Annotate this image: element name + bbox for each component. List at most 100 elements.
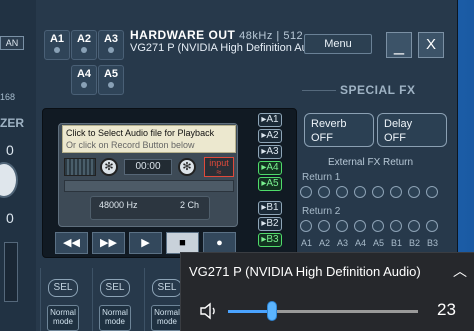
- reverb-button[interactable]: Reverb OFF: [304, 113, 374, 147]
- return-1-knob-row: [300, 186, 450, 200]
- collapse-chevron-icon[interactable]: ︿: [453, 261, 467, 281]
- left-zero-label-1: 0: [6, 142, 14, 158]
- mode-label-line2: mode: [104, 317, 125, 326]
- output-button-b2[interactable]: ▸B2: [258, 217, 282, 231]
- volume-flyout: VG271 P (NVIDIA High Definition Audio) ︿…: [180, 252, 474, 331]
- return-2-knob[interactable]: [300, 220, 312, 232]
- return-2-knob[interactable]: [336, 220, 348, 232]
- return-2-label: Return 2: [302, 206, 341, 217]
- player-channels: 2 Ch: [180, 200, 200, 210]
- output-button-a5[interactable]: ▸A5: [258, 177, 282, 191]
- record-button[interactable]: ●: [203, 232, 236, 254]
- delay-button[interactable]: Delay OFF: [377, 113, 447, 147]
- menu-button[interactable]: Menu: [304, 34, 372, 54]
- player-sample-rate: 48000 Hz: [99, 200, 138, 210]
- return-2-knob[interactable]: [408, 220, 420, 232]
- return-1-knob[interactable]: [372, 186, 384, 198]
- return-2-knob[interactable]: [354, 220, 366, 232]
- hw-button-a2-label: A2: [76, 33, 92, 45]
- hardware-out-title: HARDWARE OUT 48kHz | 512: [130, 28, 303, 42]
- hw-a3-indicator: [108, 47, 114, 53]
- return-bus-labels: A1 A2 A3 A4 A5 B1 B2 B3: [300, 238, 450, 250]
- bus-label: B3: [427, 238, 439, 248]
- playback-message-line2: Or click on Record Button below: [66, 140, 195, 150]
- hw-button-a3-label: A3: [103, 33, 119, 45]
- hw-button-a4[interactable]: A4: [71, 65, 97, 95]
- hw-button-a1[interactable]: A1: [44, 30, 70, 60]
- output-device-name[interactable]: VG271 P (NVIDIA High Definition Audio): [130, 42, 326, 54]
- mode-label-line2: mode: [156, 317, 177, 326]
- strip-divider: [40, 268, 41, 331]
- return-1-knob[interactable]: [354, 186, 366, 198]
- strip-divider: [144, 268, 145, 331]
- output-button-a3[interactable]: ▸A3: [258, 145, 282, 159]
- reverb-state: OFF: [311, 132, 333, 144]
- speaker-icon[interactable]: [199, 301, 219, 321]
- hw-button-a5-label: A5: [103, 68, 119, 80]
- return-1-knob[interactable]: [426, 186, 438, 198]
- hw-button-a1-label: A1: [49, 33, 65, 45]
- return-2-knob[interactable]: [426, 220, 438, 232]
- mode-button[interactable]: Normal mode: [47, 305, 79, 331]
- right-reel-icon: ✻: [178, 158, 196, 176]
- close-button[interactable]: X: [418, 32, 444, 58]
- mode-button[interactable]: Normal mode: [151, 305, 183, 331]
- flyout-device-name[interactable]: VG271 P (NVIDIA High Definition Audio): [189, 264, 421, 279]
- hw-button-a2[interactable]: A2: [71, 30, 97, 60]
- input-wave-icon: ≈: [216, 167, 222, 177]
- volume-value: 23: [437, 300, 456, 319]
- hw-button-a3[interactable]: A3: [98, 30, 124, 60]
- rewind-button[interactable]: ◀◀: [55, 232, 88, 254]
- return-2-knob[interactable]: [372, 220, 384, 232]
- output-button-a2[interactable]: ▸A2: [258, 129, 282, 143]
- mode-button[interactable]: Normal mode: [99, 305, 131, 331]
- input-button[interactable]: input ≈: [204, 157, 234, 177]
- bus-label: A5: [373, 238, 385, 248]
- return-1-knob[interactable]: [336, 186, 348, 198]
- return-2-knob[interactable]: [390, 220, 402, 232]
- output-button-b1[interactable]: ▸B1: [258, 201, 282, 215]
- left-zer-label: ZER: [0, 116, 24, 130]
- mode-label-line2: mode: [52, 317, 73, 326]
- return-1-knob[interactable]: [318, 186, 330, 198]
- hw-button-a4-label: A4: [76, 68, 92, 80]
- left-knob[interactable]: [0, 162, 18, 198]
- sel-button[interactable]: SEL: [152, 279, 182, 297]
- volume-slider-thumb[interactable]: [267, 301, 277, 321]
- bus-label: B1: [391, 238, 403, 248]
- hw-a2-indicator: [81, 47, 87, 53]
- playback-message-line1: Click to Select Audio file for Playback: [66, 128, 215, 138]
- return-1-knob[interactable]: [390, 186, 402, 198]
- reverb-label: Reverb: [311, 118, 347, 130]
- return-1-knob[interactable]: [300, 186, 312, 198]
- sel-button[interactable]: SEL: [48, 279, 78, 297]
- output-button-a1[interactable]: ▸A1: [258, 113, 282, 127]
- left-reel-icon: ✻: [100, 158, 118, 176]
- bus-label: A4: [355, 238, 367, 248]
- hw-a4-indicator: [81, 82, 87, 88]
- hw-a1-indicator: [54, 47, 60, 53]
- hw-button-a5[interactable]: A5: [98, 65, 124, 95]
- return-1-knob[interactable]: [408, 186, 420, 198]
- bus-label: A3: [337, 238, 349, 248]
- special-fx-divider: [302, 90, 336, 91]
- mode-label-line1: Normal: [102, 308, 128, 317]
- left-top-button[interactable]: AN: [0, 36, 24, 50]
- playback-message-box[interactable]: Click to Select Audio file for Playback …: [62, 125, 236, 153]
- output-button-b3[interactable]: ▸B3: [258, 233, 282, 247]
- output-button-a4[interactable]: ▸A4: [258, 161, 282, 175]
- return-2-knob[interactable]: [318, 220, 330, 232]
- return-1-label: Return 1: [302, 172, 341, 183]
- stop-button[interactable]: ■: [166, 232, 199, 254]
- mode-label-line1: Normal: [154, 308, 180, 317]
- sel-button[interactable]: SEL: [100, 279, 130, 297]
- play-button[interactable]: ▶: [129, 232, 162, 254]
- minimize-button[interactable]: _: [386, 32, 412, 58]
- left-strip-panel: AN 168 ZER 0 0: [0, 0, 36, 331]
- bus-label: A2: [319, 238, 331, 248]
- left-number-label: 168: [0, 92, 16, 102]
- fast-forward-button[interactable]: ▶▶: [92, 232, 125, 254]
- left-fader[interactable]: [4, 242, 18, 302]
- time-display: 00:00: [124, 159, 172, 175]
- left-zero-label-2: 0: [6, 210, 14, 226]
